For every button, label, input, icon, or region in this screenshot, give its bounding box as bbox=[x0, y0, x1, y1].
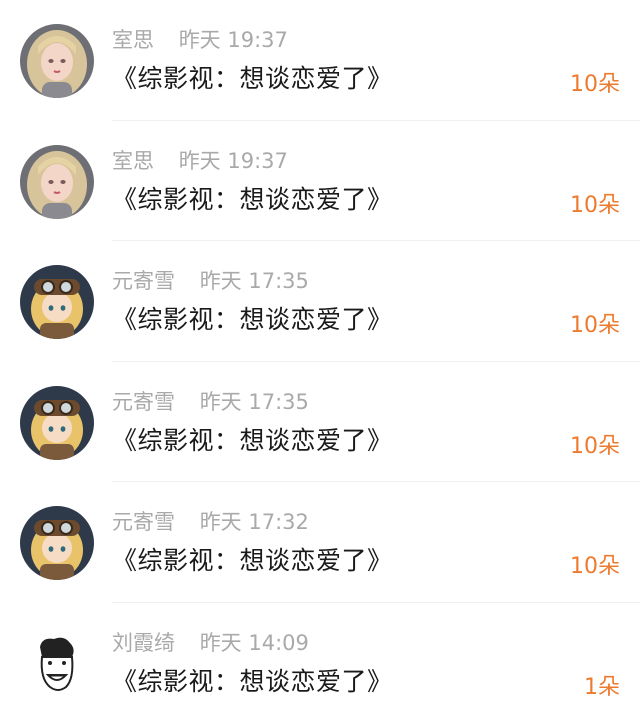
record-meta: 刘霞绮 昨天 14:09 bbox=[112, 627, 309, 657]
timestamp: 昨天 14:09 bbox=[199, 630, 309, 655]
book-title[interactable]: 《综影视：想谈恋爱了》 bbox=[112, 541, 393, 577]
gift-count: 10朵 bbox=[570, 313, 620, 338]
timestamp: 昨天 17:35 bbox=[199, 269, 309, 293]
user-name[interactable]: 室思 bbox=[112, 149, 154, 173]
list-item[interactable]: 元寄雪 昨天 17:35 《综影视：想谈恋爱了》 10朵 bbox=[0, 362, 640, 482]
meme-face-avatar-icon[interactable] bbox=[20, 626, 94, 701]
gift-count: 10朵 bbox=[570, 72, 620, 97]
list-item[interactable]: 室思 昨天 19:37 《综影视：想谈恋爱了》 10朵 bbox=[0, 0, 640, 121]
gift-count: 10朵 bbox=[570, 192, 620, 218]
user-name[interactable]: 刘霞绮 bbox=[112, 631, 175, 655]
timestamp: 昨天 19:37 bbox=[178, 28, 288, 52]
aviator-avatar-icon[interactable] bbox=[20, 385, 94, 460]
girl-avatar-icon[interactable] bbox=[20, 24, 94, 98]
user-name[interactable]: 元寄雪 bbox=[112, 269, 175, 293]
timestamp: 昨天 19:37 bbox=[178, 148, 288, 173]
aviator-avatar-icon[interactable] bbox=[20, 265, 94, 339]
user-name[interactable]: 元寄雪 bbox=[112, 390, 175, 414]
list-item[interactable]: 室思 昨天 19:37 《综影视：想谈恋爱了》 10朵 bbox=[0, 121, 640, 241]
record-meta: 室思 昨天 19:37 bbox=[112, 145, 288, 175]
record-meta: 元寄雪 昨天 17:32 bbox=[112, 506, 309, 536]
book-title[interactable]: 《综影视：想谈恋爱了》 bbox=[112, 662, 393, 698]
aviator-avatar-icon[interactable] bbox=[20, 506, 94, 580]
record-meta: 元寄雪 昨天 17:35 bbox=[112, 386, 309, 416]
record-meta: 室思 昨天 19:37 bbox=[112, 24, 288, 54]
timestamp: 昨天 17:32 bbox=[199, 510, 309, 534]
list-item[interactable]: 刘霞绮 昨天 14:09 《综影视：想谈恋爱了》 1朵 bbox=[0, 603, 640, 723]
list-item[interactable]: 元寄雪 昨天 17:32 《综影视：想谈恋爱了》 10朵 bbox=[0, 482, 640, 603]
list-item[interactable]: 元寄雪 昨天 17:35 《综影视：想谈恋爱了》 10朵 bbox=[0, 241, 640, 362]
record-meta: 元寄雪 昨天 17:35 bbox=[112, 265, 309, 295]
book-title[interactable]: 《综影视：想谈恋爱了》 bbox=[112, 421, 393, 457]
user-name[interactable]: 元寄雪 bbox=[112, 510, 175, 534]
book-title[interactable]: 《综影视：想谈恋爱了》 bbox=[112, 180, 393, 216]
user-name[interactable]: 室思 bbox=[112, 28, 154, 52]
gift-count: 10朵 bbox=[570, 433, 620, 459]
gift-count: 10朵 bbox=[570, 554, 620, 579]
gift-count: 1朵 bbox=[584, 674, 620, 700]
gift-record-list: 室思 昨天 19:37 《综影视：想谈恋爱了》 10朵 室思 昨天 19:37 … bbox=[0, 0, 640, 723]
book-title[interactable]: 《综影视：想谈恋爱了》 bbox=[112, 300, 393, 336]
girl-avatar-icon[interactable] bbox=[20, 144, 94, 219]
book-title[interactable]: 《综影视：想谈恋爱了》 bbox=[112, 59, 393, 95]
timestamp: 昨天 17:35 bbox=[199, 389, 309, 414]
